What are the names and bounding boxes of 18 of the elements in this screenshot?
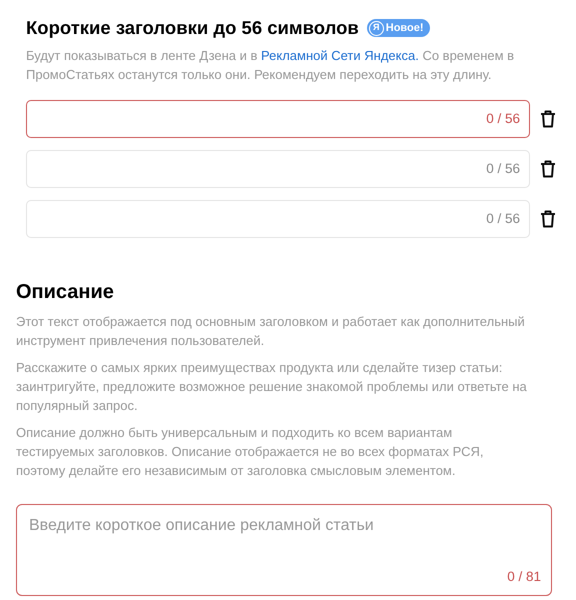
character-counter: 0 / 56 xyxy=(486,210,520,228)
section-title: Описание xyxy=(16,280,115,305)
headline-field[interactable]: 0 / 56 xyxy=(26,100,530,138)
character-counter: 0 / 81 xyxy=(507,568,541,586)
headline-field[interactable]: 0 / 56 xyxy=(26,150,530,188)
help-paragraph: Этот текст отображается под основным заголовком и работает как дополнительный инструмент привлечения пользователей. xyxy=(16,313,526,350)
help-paragraph: Расскажите о самых ярких преимуществах продукта или сделайте тизер статьи: заинтригуйте, предложите возможное решение знакомой проблемы или ответьте на популярный запрос. xyxy=(16,359,528,415)
new-badge: Я Новое! xyxy=(366,18,430,38)
section-description: Будут показываться в ленте Дзена и в Рекламной Сети Яндекса. Со временем в ПромоСтатьях останутся только они. Рекомендуем переходить на эту длину. xyxy=(26,47,516,84)
section-title: Короткие заголовки до 56 символов xyxy=(26,16,359,40)
trash-icon[interactable] xyxy=(540,160,556,178)
trash-icon[interactable] xyxy=(540,210,556,228)
headline-field[interactable]: 0 / 56 xyxy=(26,200,530,238)
character-counter: 0 / 56 xyxy=(486,110,520,128)
character-counter: 0 / 56 xyxy=(486,160,520,178)
ad-network-link[interactable]: Рекламной Сети Яндекса. xyxy=(261,48,419,63)
help-paragraph: Описание должно быть универсальным и подходить ко всем вариантам тестируемых заголовков. Описание отображается не во всех форматах РСЯ, поэтому делайте его независимым от заголовка смысловым элементом. xyxy=(16,424,485,480)
trash-icon[interactable] xyxy=(540,110,556,128)
